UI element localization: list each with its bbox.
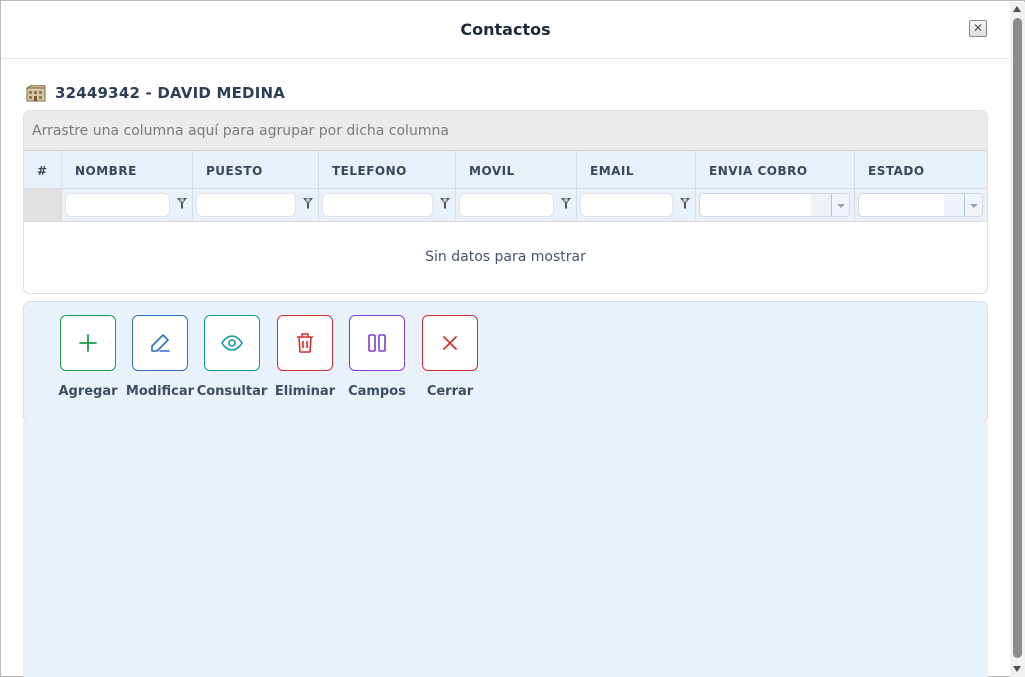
dialog-titlebar: Contactos ✕ <box>2 2 1009 59</box>
column-header-puesto[interactable]: PUESTO <box>193 151 319 188</box>
filter-input-nombre[interactable] <box>65 193 170 217</box>
chevron-down-icon[interactable] <box>964 194 982 216</box>
view-label: Consultar <box>196 384 268 399</box>
dropdown-spacer <box>811 194 831 216</box>
building-icon <box>26 84 46 102</box>
add-action: Agregar <box>48 315 128 399</box>
close-icon[interactable]: ✕ <box>969 20 987 37</box>
grid-filter-row <box>24 189 987 222</box>
close-button[interactable] <box>422 315 478 371</box>
column-header-estado[interactable]: ESTADO <box>855 151 987 188</box>
action-toolbar: Agregar Modificar Consultar Eliminar Cam… <box>23 301 988 423</box>
column-header-nombre[interactable]: NOMBRE <box>62 151 193 188</box>
dropdown-spacer <box>944 194 964 216</box>
contacts-dialog: Contactos ✕ 32449342 - DAVID MEDINA Arra… <box>0 0 1025 677</box>
group-panel[interactable]: Arrastre una columna aquí para agrupar p… <box>24 111 987 151</box>
filter-input-puesto[interactable] <box>196 193 296 217</box>
filter-cell-nombre <box>62 189 193 221</box>
eye-icon <box>221 335 243 351</box>
scroll-up-icon[interactable] <box>1013 6 1021 12</box>
modify-action: Modificar <box>120 315 200 399</box>
filter-icon[interactable] <box>176 197 188 211</box>
column-header-email[interactable]: EMAIL <box>577 151 696 188</box>
filter-cell-envia-cobro <box>696 189 855 221</box>
pencil-icon <box>151 334 170 352</box>
filter-input-email[interactable] <box>580 193 673 217</box>
delete-button[interactable] <box>277 315 333 371</box>
close-label: Cerrar <box>426 384 474 399</box>
filter-icon[interactable] <box>560 197 572 211</box>
client-heading: 32449342 - DAVID MEDINA <box>26 83 285 103</box>
grid-header-row: # NOMBRE PUESTO TELEFONO MOVIL EMAIL ENV… <box>24 151 987 189</box>
filter-dropdown-estado[interactable] <box>858 193 983 217</box>
scrollbar-thumb[interactable] <box>1013 18 1022 658</box>
column-header-envia-cobro[interactable]: ENVIA COBRO <box>696 151 855 188</box>
column-header-telefono[interactable]: TELEFONO <box>319 151 456 188</box>
view-button[interactable] <box>204 315 260 371</box>
add-label: Agregar <box>58 384 118 399</box>
empty-content-area <box>23 422 988 677</box>
trash-icon <box>297 333 313 353</box>
filter-icon[interactable] <box>439 197 451 211</box>
filter-dropdown-envia-cobro[interactable] <box>699 193 850 217</box>
modify-button[interactable] <box>132 315 188 371</box>
column-header-number[interactable]: # <box>24 151 62 188</box>
close-action: Cerrar <box>410 315 490 399</box>
modify-label: Modificar <box>125 384 195 399</box>
scroll-down-icon[interactable] <box>1013 666 1021 672</box>
client-title: 32449342 - DAVID MEDINA <box>55 84 286 102</box>
filter-icon[interactable] <box>302 197 314 211</box>
column-header-movil[interactable]: MOVIL <box>456 151 577 188</box>
view-action: Consultar <box>192 315 272 399</box>
filter-cell-estado <box>855 189 987 221</box>
fields-button[interactable] <box>349 315 405 371</box>
columns-icon <box>368 334 386 352</box>
delete-action: Eliminar <box>265 315 345 399</box>
x-icon <box>443 336 457 350</box>
filter-cell-telefono <box>319 189 456 221</box>
filter-cell-puesto <box>193 189 319 221</box>
filter-input-movil[interactable] <box>459 193 554 217</box>
dialog-title: Contactos <box>460 20 551 39</box>
filter-icon[interactable] <box>679 197 691 211</box>
filter-cell-number <box>24 189 62 221</box>
filter-input-telefono[interactable] <box>322 193 433 217</box>
vertical-scrollbar[interactable] <box>1010 2 1025 677</box>
empty-grid-message: Sin datos para mostrar <box>425 249 586 265</box>
fields-label: Campos <box>348 384 406 399</box>
chevron-down-icon[interactable] <box>831 194 849 216</box>
contacts-grid: Arrastre una columna aquí para agrupar p… <box>23 110 988 294</box>
fields-action: Campos <box>337 315 417 399</box>
plus-icon <box>79 334 97 352</box>
filter-cell-email <box>577 189 696 221</box>
delete-label: Eliminar <box>274 384 336 399</box>
add-button[interactable] <box>60 315 116 371</box>
filter-cell-movil <box>456 189 577 221</box>
